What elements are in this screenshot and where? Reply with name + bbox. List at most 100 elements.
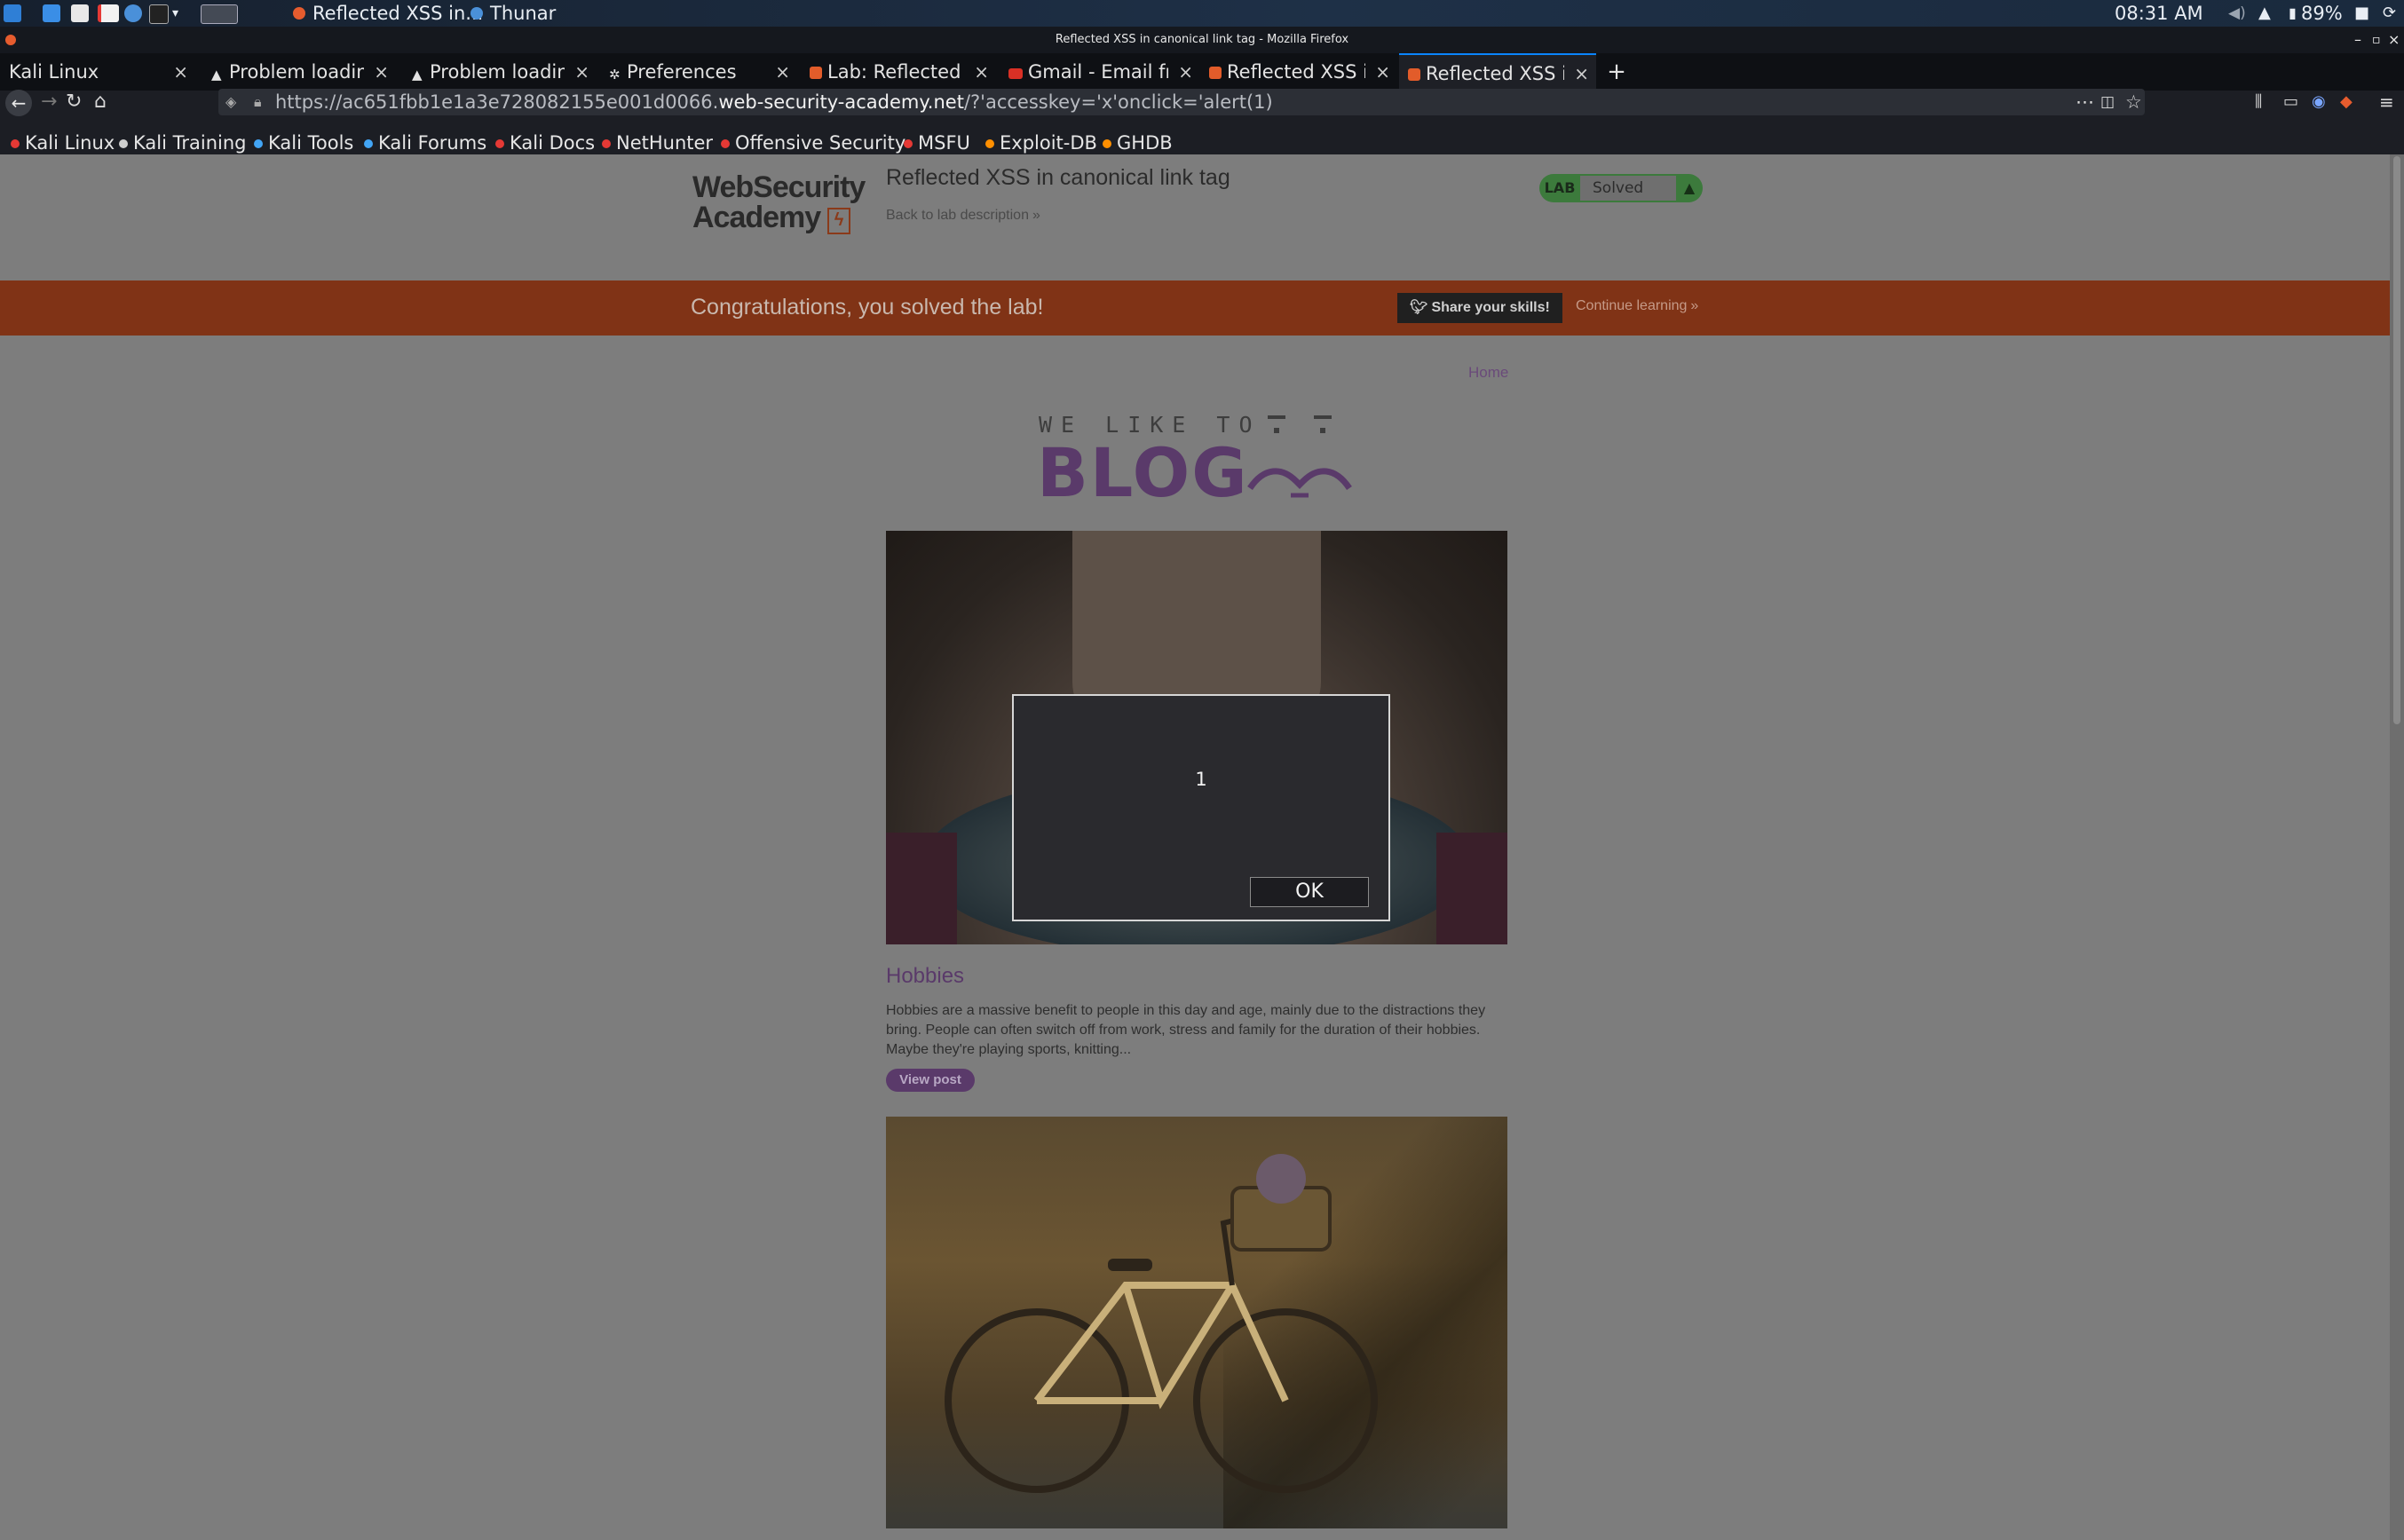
close-icon[interactable]: × (1178, 53, 1193, 91)
thunar-icon (471, 7, 483, 20)
tab-label: Gmail - Email fro (1028, 61, 1168, 83)
bookmark-exploit-db[interactable]: Exploit-DB (985, 131, 1097, 154)
maximize-icon[interactable]: ▫ (2372, 27, 2381, 53)
workspace-switcher[interactable] (201, 4, 238, 24)
browser-icon[interactable] (124, 4, 142, 22)
close-icon[interactable]: × (2388, 27, 2400, 53)
bookmark-kali-forums[interactable]: Kali Forums (364, 131, 486, 154)
continue-learning-link[interactable]: Continue learning» (1576, 298, 1698, 314)
bookmark-nethunter[interactable]: NetHunter (602, 131, 713, 154)
library-icon[interactable]: ⫼ (2255, 89, 2262, 115)
double-chevron-right-icon: » (1690, 298, 1699, 313)
forward-icon[interactable]: → (41, 89, 57, 115)
close-icon[interactable]: × (1375, 53, 1390, 91)
twitter-icon: 🐦︎ (1410, 300, 1428, 315)
desktop-icon[interactable] (43, 4, 60, 22)
pottery-detail (1436, 833, 1507, 944)
tab-bar: Kali Linux × ▲ Problem loading × ▲ Problem… (0, 53, 2404, 91)
share-skills-button[interactable]: 🐦︎ Share your skills! (1397, 293, 1562, 323)
pocket-icon[interactable]: ◫ (2100, 89, 2115, 115)
solved-banner: Congratulations, you solved the lab! 🐦︎ S… (0, 280, 2390, 336)
bookmark-msfu[interactable]: MSFU (904, 131, 970, 154)
minimize-icon[interactable]: – (2354, 27, 2361, 53)
url-bar[interactable]: ◈ 🔒︎ https://ac651fbb1e1a3e728082155e001… (218, 89, 2145, 115)
tab-kali-linux[interactable]: Kali Linux × (0, 53, 195, 91)
home-icon[interactable]: ⌂ (94, 89, 107, 115)
page-actions-icon[interactable]: ⋯ (2076, 89, 2094, 115)
lock-icon[interactable]: 🔒︎ (254, 89, 262, 115)
taskbar-firefox-window[interactable]: Reflected XSS in... (312, 0, 483, 27)
lab-header: WebSecurity Academy ϟ Reflected XSS in c… (0, 154, 2390, 280)
tab-label: Kali Linux (9, 61, 99, 83)
post-image-bicycle[interactable] (886, 1117, 1507, 1528)
bookmark-kali-training[interactable]: Kali Training (119, 131, 246, 154)
window-titlebar: Reflected XSS in canonical link tag - Mo… (0, 27, 2404, 53)
terminal-icon[interactable] (149, 4, 169, 24)
gmail-icon (1008, 68, 1023, 79)
tab-lab-description[interactable]: Lab: Reflected XS × (801, 53, 996, 91)
os-taskbar: ▾ Reflected XSS in... Thunar 08:31 AM ◀)… (0, 0, 2404, 27)
close-icon[interactable]: × (574, 53, 589, 91)
offsec-icon (721, 139, 730, 148)
post-title[interactable]: Hobbies (886, 964, 964, 989)
reload-icon[interactable]: ↻ (66, 89, 82, 115)
pottery-detail (886, 833, 957, 944)
alert-dialog: 1 OK (1012, 694, 1390, 921)
blog-face-icon (1247, 415, 1352, 498)
taskbar-thunar-window[interactable]: Thunar (490, 0, 556, 27)
tab-preferences[interactable]: ✲ Preferences × (600, 53, 797, 91)
account-icon[interactable]: ◉ (2312, 89, 2326, 115)
tab-reflected-xss-1[interactable]: Reflected XSS in × (1200, 53, 1397, 91)
volume-icon[interactable]: ◀) (2228, 0, 2246, 27)
tab-reflected-xss-active[interactable]: Reflected XSS in × (1399, 53, 1596, 91)
view-post-button[interactable]: View post (886, 1069, 975, 1092)
lab-status-text: Solved (1580, 176, 1676, 201)
tab-label: Preferences (627, 61, 737, 83)
post-summary: Hobbies are a massive benefit to people … (886, 1003, 1486, 1057)
congratulations-message: Congratulations, you solved the lab! (691, 295, 1044, 320)
ok-button[interactable]: OK (1250, 877, 1369, 907)
bookmark-offensive-security[interactable]: Offensive Security (721, 131, 905, 154)
warning-icon: ▲ (412, 67, 423, 83)
power-icon[interactable]: ⟳ (2383, 0, 2396, 27)
folder-icon[interactable] (71, 4, 89, 22)
back-to-lab-description-link[interactable]: Back to lab description» (886, 208, 1040, 224)
kali-menu-icon[interactable] (4, 4, 21, 22)
back-icon[interactable]: ← (5, 90, 32, 116)
tab-problem-loading-2[interactable]: ▲ Problem loading × (403, 53, 597, 91)
close-icon[interactable]: × (173, 53, 188, 91)
kali-icon (11, 139, 20, 148)
close-icon[interactable]: × (1574, 55, 1589, 91)
text-editor-icon[interactable] (98, 4, 119, 22)
bookmark-kali-docs[interactable]: Kali Docs (495, 131, 595, 154)
home-link[interactable]: Home (1468, 364, 1508, 382)
extension-icon[interactable]: ◆ (2340, 89, 2353, 115)
chevron-down-icon[interactable]: ▾ (172, 0, 178, 27)
clock: 08:31 AM (2115, 3, 2203, 24)
close-icon[interactable]: × (374, 53, 389, 91)
bookmark-kali-tools[interactable]: Kali Tools (254, 131, 353, 154)
kali-icon (254, 139, 263, 148)
web-security-academy-logo[interactable]: WebSecurity Academy ϟ (692, 172, 866, 234)
bicycle-illustration (945, 1154, 1378, 1493)
kali-icon (364, 139, 373, 148)
tab-gmail[interactable]: Gmail - Email fro × (1000, 53, 1200, 91)
menu-icon[interactable]: ≡ (2379, 89, 2394, 115)
gear-icon: ✲ (609, 67, 621, 83)
bookmark-kali-linux[interactable]: Kali Linux (11, 131, 115, 154)
new-tab-button[interactable]: + (1603, 53, 1630, 91)
scrollbar-thumb[interactable] (2393, 156, 2400, 724)
tab-problem-loading-1[interactable]: ▲ Problem loading × (202, 53, 396, 91)
sidebar-icon[interactable]: ▭ (2283, 89, 2298, 115)
close-icon[interactable]: × (974, 53, 989, 91)
exploit-db-icon (1103, 139, 1111, 148)
kali-icon (602, 139, 611, 148)
shield-icon[interactable]: ◈ (225, 89, 236, 115)
close-icon[interactable]: × (775, 53, 790, 91)
notification-bell-icon[interactable]: ▲ (2258, 0, 2271, 27)
portswigger-icon (810, 67, 822, 79)
battery-icon: ▮ (2289, 4, 2297, 21)
bookmark-ghdb[interactable]: GHDB (1103, 131, 1173, 154)
bookmark-star-icon[interactable]: ☆ (2125, 89, 2142, 115)
lock-icon[interactable]: ■ (2354, 0, 2369, 27)
